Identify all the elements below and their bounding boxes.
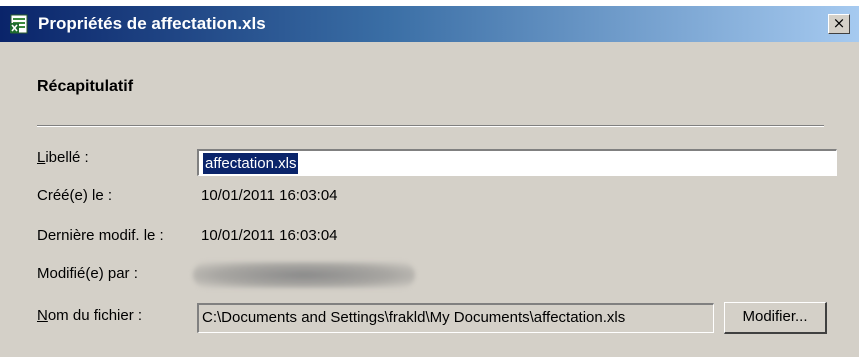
title-bar[interactable]: Propriétés de affectation.xls × <box>0 6 859 42</box>
properties-dialog: Propriétés de affectation.xls × Récapitu… <box>0 6 859 357</box>
filename-label: Nom du fichier : <box>37 307 142 324</box>
section-heading: Récapitulatif <box>37 78 134 95</box>
modified-by-label: Modifié(e) par : <box>37 265 138 282</box>
modify-button[interactable]: Modifier... <box>724 302 827 334</box>
name-input[interactable]: affectation.xls <box>197 149 837 176</box>
name-label-text: ibellé : <box>45 149 89 166</box>
filename-label-accesskey: N <box>37 307 48 324</box>
name-label: Libellé : <box>37 149 89 166</box>
window-title: Propriétés de affectation.xls <box>38 14 266 33</box>
close-button[interactable]: × <box>828 14 850 34</box>
name-input-value: affectation.xls <box>203 153 299 174</box>
divider <box>37 125 824 127</box>
modified-by-value-redacted <box>193 262 415 288</box>
created-value: 10/01/2011 16:03:04 <box>201 187 338 204</box>
created-label: Créé(e) le : <box>37 187 113 204</box>
modified-label: Dernière modif. le : <box>37 227 164 244</box>
excel-file-icon <box>10 14 28 34</box>
filename-field[interactable]: C:\Documents and Settings\frakld\My Docu… <box>197 303 714 333</box>
filename-label-text: om du fichier : <box>47 307 143 324</box>
close-icon: × <box>832 14 846 32</box>
modified-value: 10/01/2011 16:03:04 <box>201 227 338 244</box>
